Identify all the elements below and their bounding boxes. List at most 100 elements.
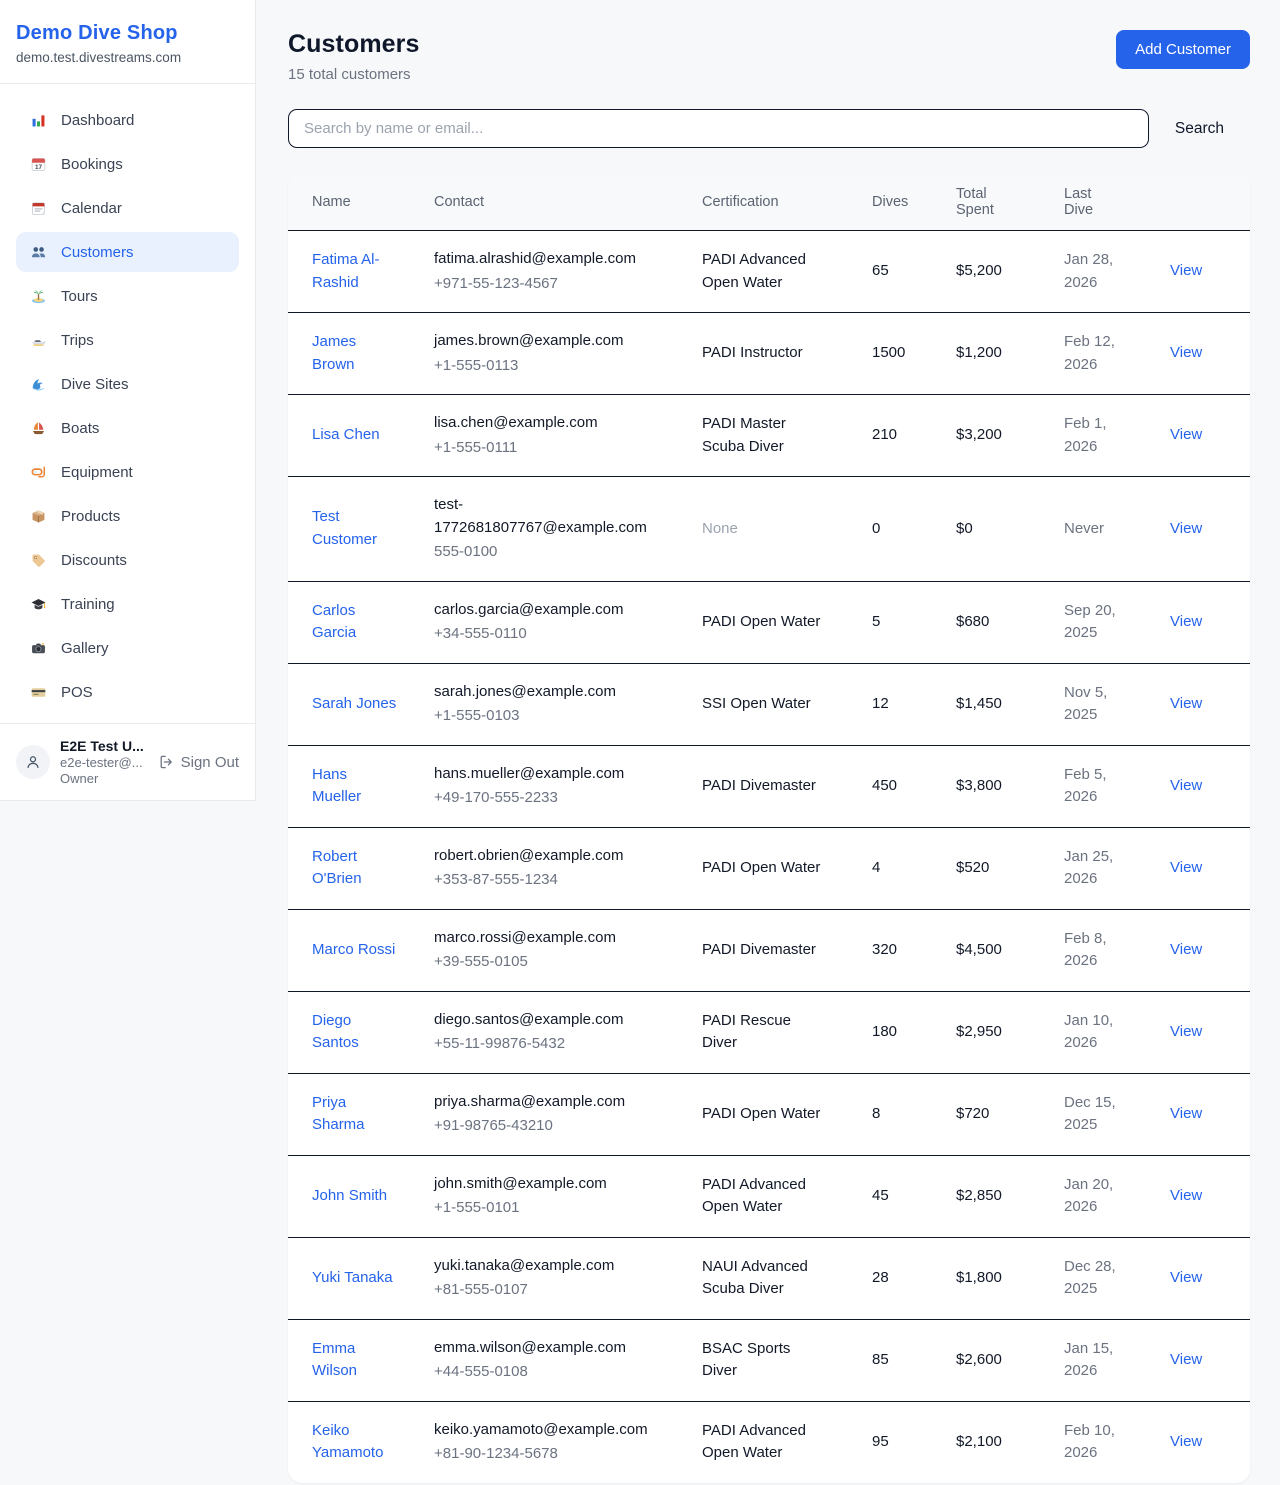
sidebar-item-calendar[interactable]: Calendar [16, 188, 239, 228]
view-link[interactable]: View [1170, 1105, 1202, 1122]
customer-email: keiko.yamamoto@example.com [434, 1419, 646, 1442]
customer-certification: PADI Open Water [702, 581, 872, 663]
page-header-text: Customers 15 total customers [288, 30, 420, 83]
sidebar-item-dashboard[interactable]: Dashboard [16, 100, 239, 140]
view-link[interactable]: View [1170, 1433, 1202, 1450]
customer-dives: 45 [872, 1155, 956, 1237]
view-link[interactable]: View [1170, 1023, 1202, 1040]
customer-dives: 450 [872, 745, 956, 827]
sidebar-item-gallery[interactable]: Gallery [16, 628, 239, 668]
view-link[interactable]: View [1170, 520, 1202, 537]
column-header [1170, 174, 1250, 231]
customer-name-link[interactable]: Keiko Yamamoto [312, 1422, 383, 1462]
view-link[interactable]: View [1170, 1187, 1202, 1204]
customer-certification: PADI Divemaster [702, 909, 872, 991]
customer-name-link[interactable]: James Brown [312, 333, 356, 373]
shop-domain: demo.test.divestreams.com [16, 50, 239, 65]
column-header: Name [288, 174, 434, 231]
island-icon [29, 287, 47, 305]
search-input[interactable] [288, 109, 1149, 148]
customer-name-link[interactable]: Sarah Jones [312, 695, 396, 712]
sailboat-icon [29, 419, 47, 437]
table-row: Robert O'Brienrobert.obrien@example.com+… [288, 827, 1250, 909]
customer-certification: NAUI Advanced Scuba Diver [702, 1237, 872, 1319]
customer-name-link[interactable]: Marco Rossi [312, 941, 395, 958]
customer-name-link[interactable]: Priya Sharma [312, 1094, 365, 1134]
view-link[interactable]: View [1170, 695, 1202, 712]
customer-name-link[interactable]: Diego Santos [312, 1012, 359, 1052]
customer-last-dive: Feb 8, 2026 [1064, 909, 1170, 991]
customer-dives: 95 [872, 1401, 956, 1483]
search-button[interactable]: Search [1149, 112, 1250, 146]
customer-name-link[interactable]: Fatima Al-Rashid [312, 251, 380, 291]
sign-out-button[interactable]: Sign Out [158, 754, 239, 771]
sidebar-item-pos[interactable]: POS [16, 672, 239, 712]
sidebar-item-dive-sites[interactable]: Dive Sites [16, 364, 239, 404]
customer-certification: PADI Instructor [702, 313, 872, 395]
customer-total-spent: $1,200 [956, 313, 1064, 395]
table-row: Emma Wilsonemma.wilson@example.com+44-55… [288, 1319, 1250, 1401]
total-customers-count: 15 total customers [288, 66, 420, 83]
customer-dives: 85 [872, 1319, 956, 1401]
sidebar-item-discounts[interactable]: Discounts [16, 540, 239, 580]
app-window: Demo Dive Shop demo.test.divestreams.com… [0, 0, 1280, 1485]
customer-certification: SSI Open Water [702, 663, 872, 745]
customer-email: emma.wilson@example.com [434, 1337, 646, 1360]
customer-last-dive: Feb 10, 2026 [1064, 1401, 1170, 1483]
view-link[interactable]: View [1170, 426, 1202, 443]
customer-certification: PADI Rescue Diver [702, 991, 872, 1073]
speedboat-icon [29, 331, 47, 349]
customer-dives: 180 [872, 991, 956, 1073]
sidebar-item-label: Discounts [61, 552, 127, 569]
customer-phone: +55-11-99876-5432 [434, 1033, 646, 1056]
customer-name-link[interactable]: John Smith [312, 1187, 387, 1204]
view-link[interactable]: View [1170, 262, 1202, 279]
customer-last-dive: Dec 28, 2025 [1064, 1237, 1170, 1319]
customer-name-link[interactable]: Hans Mueller [312, 766, 361, 806]
sidebar-item-tours[interactable]: Tours [16, 276, 239, 316]
customer-name-link[interactable]: Robert O'Brien [312, 848, 362, 888]
view-link[interactable]: View [1170, 613, 1202, 630]
sidebar-item-products[interactable]: Products [16, 496, 239, 536]
customer-total-spent: $2,600 [956, 1319, 1064, 1401]
customer-last-dive: Jan 15, 2026 [1064, 1319, 1170, 1401]
customer-certification: PADI Master Scuba Diver [702, 395, 872, 477]
customer-email: test-1772681807767@example.com [434, 494, 646, 539]
customer-dives: 28 [872, 1237, 956, 1319]
sidebar-item-training[interactable]: Training [16, 584, 239, 624]
wave-icon [29, 375, 47, 393]
view-link[interactable]: View [1170, 1269, 1202, 1286]
customer-certification: PADI Advanced Open Water [702, 1401, 872, 1483]
view-link[interactable]: View [1170, 777, 1202, 794]
view-link[interactable]: View [1170, 859, 1202, 876]
sidebar-item-equipment[interactable]: Equipment [16, 452, 239, 492]
sidebar-item-boats[interactable]: Boats [16, 408, 239, 448]
customer-phone: +1-555-0111 [434, 437, 646, 460]
brand: Demo Dive Shop demo.test.divestreams.com [0, 0, 255, 84]
sidebar-item-bookings[interactable]: 17Bookings [16, 144, 239, 184]
calendar-bookings-icon: 17 [29, 155, 47, 173]
table-row: Hans Muellerhans.mueller@example.com+49-… [288, 745, 1250, 827]
customers-table-body: Fatima Al-Rashidfatima.alrashid@example.… [288, 231, 1250, 1483]
view-link[interactable]: View [1170, 1351, 1202, 1368]
calendar-tearoff-icon [29, 199, 47, 217]
customer-phone: 555-0100 [434, 541, 646, 564]
sidebar-item-trips[interactable]: Trips [16, 320, 239, 360]
sidebar-item-label: POS [61, 684, 93, 701]
view-link[interactable]: View [1170, 941, 1202, 958]
customer-total-spent: $4,500 [956, 909, 1064, 991]
column-header: Contact [434, 174, 702, 231]
camera-icon [29, 639, 47, 657]
customer-name-link[interactable]: Emma Wilson [312, 1340, 357, 1380]
customer-name-link[interactable]: Yuki Tanaka [312, 1269, 393, 1286]
customer-total-spent: $520 [956, 827, 1064, 909]
customer-name-link[interactable]: Test Customer [312, 508, 377, 548]
sidebar-item-customers[interactable]: Customers [16, 232, 239, 272]
customer-dives: 65 [872, 231, 956, 313]
add-customer-button[interactable]: Add Customer [1116, 30, 1250, 69]
user-info: E2E Test U... e2e-tester@... Owner [60, 738, 148, 786]
customer-name-link[interactable]: Carlos Garcia [312, 602, 356, 642]
customer-name-link[interactable]: Lisa Chen [312, 426, 380, 443]
view-link[interactable]: View [1170, 344, 1202, 361]
sidebar-item-label: Training [61, 596, 115, 613]
